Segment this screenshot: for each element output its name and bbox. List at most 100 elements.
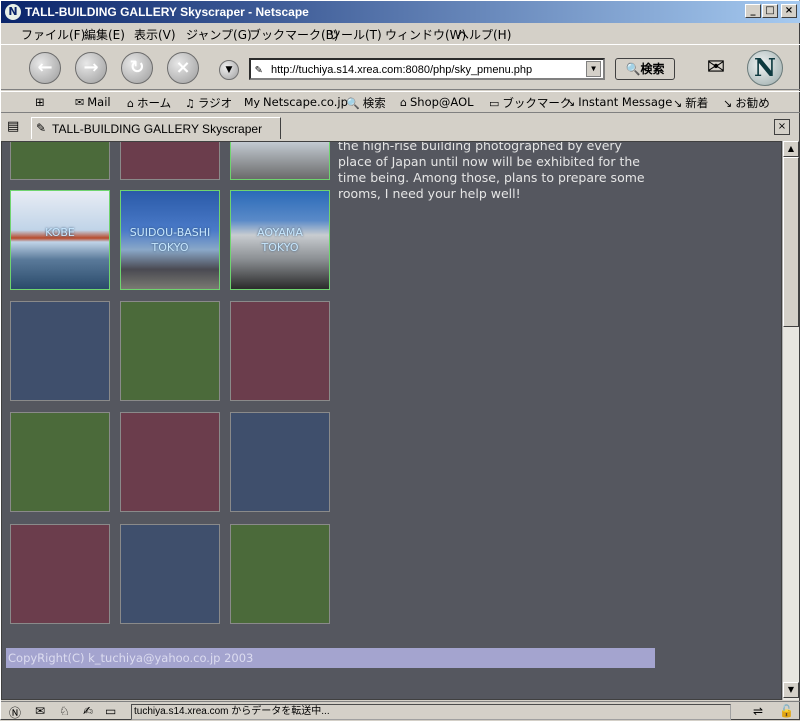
menu-window[interactable]: ウィンドウ(W) [385, 26, 466, 43]
caption-line-1: KOBE [45, 226, 75, 239]
home-icon: ⌂ [127, 97, 134, 110]
window-title: TALL-BUILDING GALLERY Skyscraper - Netsc… [25, 5, 309, 19]
room-tile-blue[interactable] [230, 412, 330, 512]
bookmark-new[interactable]: ↘ 新着 [673, 95, 708, 111]
room-tile-red[interactable] [10, 524, 110, 624]
menu-bar: ファイル(F) 編集(E) 表示(V) ジャンプ(G) ブックマーク(B) ツー… [1, 23, 800, 43]
photo-tile-partial[interactable] [230, 142, 330, 180]
tab-gallery[interactable]: ✎ TALL-BUILDING GALLERY Skyscraper [31, 117, 281, 139]
bookmark-radio[interactable]: ♫ ラジオ [185, 95, 232, 111]
photo-caption: SUIDOU-BASHI TOKYO [121, 225, 219, 255]
security-lock-icon[interactable]: 🔓 [779, 704, 794, 718]
mail-icon: ✉ [75, 96, 85, 109]
connection-icon: ⇌ [753, 704, 764, 718]
vertical-scrollbar[interactable]: ▲ ▼ [782, 141, 799, 700]
bookmark-shop-aol[interactable]: ⌂ Shop@AOL [400, 95, 474, 109]
scroll-up-button[interactable]: ▲ [783, 141, 799, 157]
netscape-app-icon[interactable]: N [5, 4, 21, 20]
room-tile-green[interactable] [120, 301, 220, 401]
room-tile-red[interactable] [230, 301, 330, 401]
folder-icon: ▭ [489, 97, 500, 110]
bookmark-bookmarks[interactable]: ▭ ブックマーク [489, 95, 571, 111]
url-input[interactable] [271, 62, 581, 77]
search-button[interactable]: 🔍検索 [615, 58, 675, 80]
tab-title: TALL-BUILDING GALLERY Skyscraper [52, 122, 263, 136]
new-tab-icon[interactable]: ▤ [7, 119, 25, 137]
bookmark-label: ホーム [136, 96, 172, 110]
menu-view[interactable]: 表示(V) [134, 26, 176, 43]
scroll-thumb[interactable] [783, 157, 799, 327]
room-tile-green[interactable] [230, 524, 330, 624]
bookmark-label: ブックマーク [502, 96, 572, 110]
page-proxy-icon: ✎ [255, 62, 263, 76]
reload-button[interactable]: ↻ [121, 52, 153, 84]
bookmark-home[interactable]: ⌂ ホーム [127, 95, 171, 111]
netscape-logo-icon[interactable]: N [747, 50, 783, 86]
bookmark-search[interactable]: 🔍 検索 [346, 95, 386, 111]
status-bar: Ⓝ ✉ ♘ ✍ ▭ tuchiya.s14.xrea.com からデータを転送中… [1, 701, 800, 721]
room-tile-green[interactable] [10, 142, 110, 180]
menu-go[interactable]: ジャンプ(G) [186, 26, 252, 43]
link-icon: ↘ [723, 97, 733, 110]
url-bar[interactable]: ✎ ▼ [249, 58, 605, 80]
address-book-icon[interactable]: ▭ [105, 704, 116, 718]
bookmark-label: ラジオ [197, 96, 233, 110]
bookmark-netscape[interactable]: My Netscape.co.jp [244, 95, 348, 109]
room-tile-blue[interactable] [120, 524, 220, 624]
forward-button[interactable]: → [75, 52, 107, 84]
menu-file[interactable]: ファイル(F) [21, 26, 85, 43]
menu-help[interactable]: ヘルプ(H) [457, 26, 511, 43]
radio-icon: ♫ [185, 97, 195, 110]
photo-tile-aoyama[interactable]: AOYAMA TOKYO [230, 190, 330, 290]
netscape-status-icon[interactable]: Ⓝ [9, 704, 21, 721]
bookmark-recommended[interactable]: ↘ お勧め [723, 95, 770, 111]
caption-line-1: SUIDOU-BASHI [129, 226, 211, 239]
menu-tools[interactable]: ツール(T) [329, 26, 382, 43]
stop-button[interactable]: × [167, 52, 199, 84]
maximize-button[interactable]: □ [762, 4, 778, 18]
menu-bookmarks[interactable]: ブックマーク(B) [249, 26, 339, 43]
bookmark-label: Shop@AOL [409, 95, 474, 109]
page-content: KOBE SUIDOU-BASHI TOKYO AOYAMA TOKYO the h… [1, 141, 782, 700]
mail-icon[interactable]: ✉ [35, 704, 45, 718]
copyright-bar: CopyRight(C) k_tuchiya@yahoo.co.jp 2003 [6, 648, 655, 668]
title-bar: N TALL-BUILDING GALLERY Skyscraper - Net… [1, 1, 800, 23]
close-window-button[interactable]: × [781, 4, 797, 18]
minimize-button[interactable]: _ [745, 4, 761, 18]
search-icon: 🔍 [346, 97, 360, 110]
toolbar-grip-icon[interactable]: ⊞ [35, 95, 45, 109]
composer-icon[interactable]: ✍ [83, 704, 93, 718]
room-tile-red[interactable] [120, 412, 220, 512]
close-tab-button[interactable]: × [774, 119, 790, 135]
room-tile-red[interactable] [120, 142, 220, 180]
photo-caption: AOYAMA TOKYO [231, 225, 329, 255]
photo-tile-kobe[interactable]: KOBE [10, 190, 110, 290]
caption-line-2: TOKYO [151, 241, 189, 254]
bookmark-label: Netscape.co.jp [263, 95, 348, 109]
mail-print-icon[interactable]: ✉ [701, 55, 731, 81]
intro-text: the high-rise building photographed by e… [338, 141, 645, 201]
bookmark-mail[interactable]: ✉ Mail [75, 95, 111, 109]
back-button[interactable]: ← [29, 52, 61, 84]
url-history-dropdown[interactable]: ▼ [586, 61, 601, 77]
page-icon: ✎ [36, 121, 47, 135]
bookmark-label: Mail [87, 95, 111, 109]
link-icon: ↘ [673, 97, 683, 110]
room-tile-green[interactable] [10, 412, 110, 512]
room-tile-blue[interactable] [10, 301, 110, 401]
bookmark-label: お勧め [735, 96, 770, 110]
bookmark-instant-message[interactable]: ↘ Instant Message [566, 95, 672, 109]
bookmark-label: 新着 [685, 96, 709, 110]
photo-caption: KOBE [11, 225, 109, 240]
bookmark-label: 検索 [362, 96, 386, 110]
tab-bar: ▤ ✎ TALL-BUILDING GALLERY Skyscraper × [1, 114, 800, 140]
menu-edit[interactable]: 編集(E) [84, 26, 125, 43]
aim-icon[interactable]: ♘ [59, 704, 70, 718]
caption-line-2: TOKYO [261, 241, 299, 254]
photo-tile-suidoubashi[interactable]: SUIDOU-BASHI TOKYO [120, 190, 220, 290]
scroll-down-button[interactable]: ▼ [783, 682, 799, 698]
shop-icon: ⌂ [400, 96, 407, 109]
go-dropdown-button[interactable]: ▼ [219, 60, 239, 80]
navigation-toolbar: ← → ↻ × ▼ ✎ ▼ 🔍検索 ✉ N [1, 44, 800, 90]
link-icon: ↘ [566, 96, 576, 109]
